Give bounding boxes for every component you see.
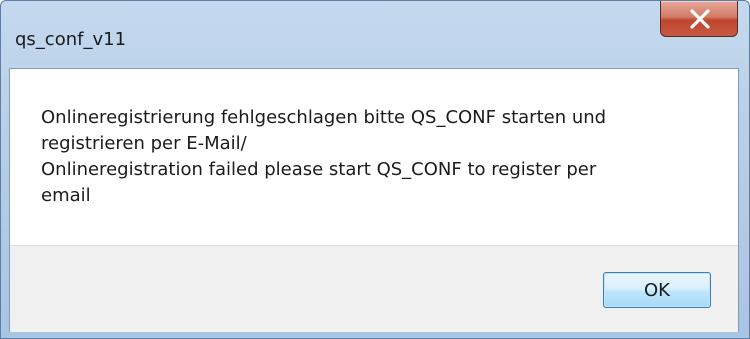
window-title: qs_conf_v11 bbox=[15, 29, 127, 50]
message-dialog: qs_conf_v11 Onlineregistrierung fehlgesc… bbox=[0, 0, 750, 339]
message-text: Onlineregistrierung fehlgeschlagen bitte… bbox=[41, 105, 721, 209]
message-line: email bbox=[41, 185, 91, 206]
dialog-content: Onlineregistrierung fehlgeschlagen bitte… bbox=[9, 68, 739, 332]
close-icon bbox=[690, 9, 710, 29]
message-line: Onlineregistration failed please start Q… bbox=[41, 159, 597, 180]
ok-button[interactable]: OK bbox=[603, 272, 711, 308]
message-line: registrieren per E-Mail/ bbox=[41, 133, 247, 154]
button-bar: OK bbox=[10, 245, 738, 332]
close-button[interactable] bbox=[660, 1, 738, 37]
message-line: Onlineregistrierung fehlgeschlagen bitte… bbox=[41, 107, 607, 128]
